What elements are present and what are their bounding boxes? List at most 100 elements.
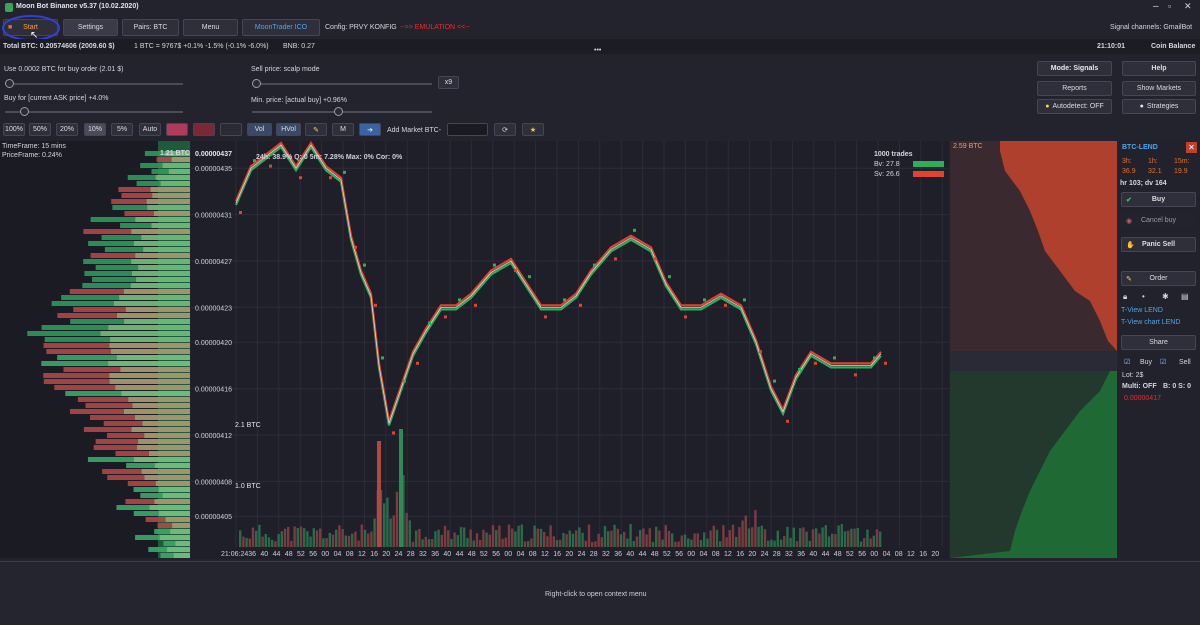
time-tick-label: 56 xyxy=(858,551,866,558)
percent-10-button[interactable]: 10% xyxy=(84,123,106,136)
close-pair-icon[interactable]: ✕ xyxy=(1186,142,1197,153)
volume-bar xyxy=(424,536,427,547)
orderbook-bar-fill xyxy=(153,211,190,216)
time-tick-label: 40 xyxy=(443,551,451,558)
cancel-buy-button[interactable]: ◉ Cancel buy xyxy=(1121,213,1196,228)
sell-check-icon[interactable]: ☑ xyxy=(1160,358,1166,366)
minimize-icon[interactable]: – xyxy=(1153,1,1159,12)
order-button[interactable]: ✎ Order xyxy=(1121,271,1196,286)
volume-bar xyxy=(594,541,597,547)
autodetect-button[interactable]: ● Autodetect: OFF xyxy=(1037,99,1112,114)
time-tick-label: 16 xyxy=(736,551,744,558)
volume-bar xyxy=(363,529,367,547)
reports-button[interactable]: Reports xyxy=(1037,81,1112,96)
splitter-handle[interactable]: ••• xyxy=(594,47,601,54)
volume-bar xyxy=(680,535,683,547)
pairs-button[interactable]: Pairs: BTC xyxy=(122,19,179,36)
volume-bar xyxy=(613,524,616,547)
hvol-button[interactable]: HVol xyxy=(276,123,301,136)
volume-spike xyxy=(399,429,403,547)
buy-check-icon[interactable]: ☑ xyxy=(1124,358,1130,366)
volume-bar xyxy=(370,531,373,547)
orderbook-bar-fill xyxy=(150,187,190,192)
percent-50-button[interactable]: 50% xyxy=(29,123,51,136)
percent-20-button[interactable]: 20% xyxy=(56,123,78,136)
volume-bar xyxy=(523,541,527,547)
orderbook-bar-fill xyxy=(171,157,190,162)
volume-bar xyxy=(811,529,815,547)
volume-bar xyxy=(443,525,447,547)
mode-signals-button[interactable]: Mode: Signals xyxy=(1037,61,1112,76)
star-icon[interactable]: ★ xyxy=(522,123,544,136)
orderbook-bar-fill xyxy=(138,265,190,270)
volume-bar xyxy=(763,529,767,547)
dot-icon[interactable]: • xyxy=(1142,292,1145,301)
min-price-knob[interactable] xyxy=(334,107,343,116)
refresh-icon[interactable]: ⟳ xyxy=(494,123,516,136)
panic-sell-button[interactable]: ✋ Panic Sell xyxy=(1121,237,1196,252)
trade-marker-buy xyxy=(798,368,801,371)
arrow-right-icon[interactable]: ➜ xyxy=(359,123,381,136)
auto-button[interactable]: Auto xyxy=(139,123,161,136)
settings-button[interactable]: Settings xyxy=(63,19,118,36)
volume-bar xyxy=(514,531,517,547)
coin-balance[interactable]: Coin Balance xyxy=(1151,43,1195,50)
eraser-icon[interactable]: ✎ xyxy=(305,123,327,136)
buy-order-knob[interactable] xyxy=(5,79,14,88)
volume-bar xyxy=(879,531,882,547)
buy-for-slider[interactable] xyxy=(5,107,183,116)
clock: 21:10:01 xyxy=(1097,43,1126,50)
time-tick-label: 48 xyxy=(834,551,842,558)
orderbook-bar-fill xyxy=(113,301,190,306)
time-tick-label: 04 xyxy=(334,551,342,558)
vol-button[interactable]: Vol xyxy=(247,123,272,136)
tview-chart-link[interactable]: T-View chart LEND xyxy=(1121,319,1180,326)
bulb-icon: ● xyxy=(1139,103,1144,110)
volume-bar xyxy=(741,520,744,547)
context-area[interactable]: Right-click to open context menu xyxy=(0,561,1200,625)
orderbook-bar-fill xyxy=(111,349,190,354)
gear-icon[interactable]: ✱ xyxy=(1162,292,1169,301)
trade-marker-sell xyxy=(269,164,272,168)
add-market-input[interactable] xyxy=(447,123,488,136)
volume-bar xyxy=(616,528,619,547)
lock-icon[interactable]: 🔒︎ xyxy=(1123,292,1127,302)
moontrader-button[interactable]: MoonTrader ICO xyxy=(242,19,320,36)
emulation-label: -->> EMULATION <<-- xyxy=(400,24,470,31)
buy-button[interactable]: ✔ Buy xyxy=(1121,192,1196,207)
volume-bar xyxy=(287,526,290,547)
volume-bar xyxy=(335,529,338,547)
maximize-icon[interactable]: ▫ xyxy=(1168,1,1171,11)
percent-5-button[interactable]: 5% xyxy=(111,123,133,136)
ruler-icon[interactable] xyxy=(166,123,188,136)
m-button[interactable]: M xyxy=(332,123,354,136)
show-markets-button[interactable]: Show Markets xyxy=(1122,81,1196,96)
blank-toggle-icon[interactable] xyxy=(220,123,242,136)
help-button[interactable]: Help xyxy=(1122,61,1196,76)
trade-marker-buy xyxy=(458,298,461,302)
sell-price-slider[interactable] xyxy=(252,79,432,88)
record-icon[interactable] xyxy=(193,123,215,136)
volume-bar xyxy=(434,531,437,547)
share-button[interactable]: Share xyxy=(1121,335,1196,350)
close-icon[interactable]: ✕ xyxy=(1184,1,1192,12)
x9-button[interactable]: x9 xyxy=(438,76,459,89)
tview-link[interactable]: T-View LEND xyxy=(1121,307,1163,314)
time-tick-label: 52 xyxy=(846,551,854,558)
buy-order-slider[interactable] xyxy=(5,79,183,88)
percent-100-button[interactable]: 100% xyxy=(3,123,25,136)
pair-label[interactable]: BTC-LEND xyxy=(1122,144,1158,151)
price-chart[interactable]: 0.00000435 0.00000431 0.00000427 0.00000423… xyxy=(191,141,949,559)
volume-bar xyxy=(664,525,667,547)
volume-bar xyxy=(779,539,783,547)
menu-button[interactable]: Menu xyxy=(183,19,238,36)
strategies-button[interactable]: ● Strategies xyxy=(1122,99,1196,114)
min-price-slider[interactable] xyxy=(252,107,432,116)
buy-for-knob[interactable] xyxy=(20,107,29,116)
volume-bar xyxy=(303,528,306,547)
sell-price-knob[interactable] xyxy=(252,79,261,88)
orderbook-bar-fill xyxy=(119,295,190,300)
trade-marker-sell xyxy=(354,245,357,249)
time-tick-label: 52 xyxy=(480,551,488,558)
chart-icon[interactable]: ▤ xyxy=(1181,292,1189,301)
